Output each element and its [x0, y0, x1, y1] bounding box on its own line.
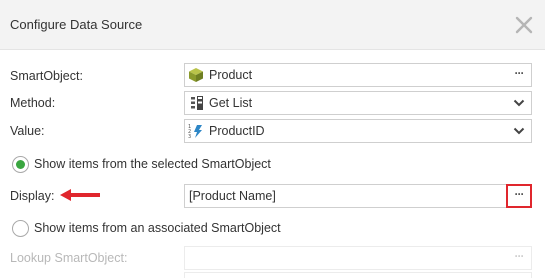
list-method-icon [191, 96, 203, 110]
display-value: [Product Name] [189, 189, 276, 203]
autonumber-property-icon: 1 2 3 [188, 124, 202, 139]
dialog-titlebar: Configure Data Source [0, 0, 545, 50]
smartobject-field[interactable]: Product ··· [184, 63, 532, 87]
radio-associated-smartobject[interactable] [12, 220, 29, 237]
value-value: ProductID [209, 124, 265, 138]
dialog-title: Configure Data Source [10, 17, 143, 32]
value-select[interactable]: 1 2 3 ProductID [184, 119, 532, 143]
close-button[interactable] [514, 15, 534, 35]
close-icon [515, 16, 533, 34]
method-value: Get List [209, 96, 253, 110]
method-select[interactable]: Get List [184, 91, 532, 115]
display-label: Display: [10, 189, 55, 203]
svg-text:3: 3 [188, 134, 191, 139]
lookup-browse-button: ··· [514, 249, 525, 263]
chevron-down-icon[interactable] [513, 97, 525, 109]
chevron-down-icon[interactable] [513, 125, 525, 137]
method-label: Method: [10, 96, 56, 110]
display-browse-button[interactable]: ··· [506, 184, 532, 208]
value-label: Value: [10, 124, 45, 138]
smartobject-label: SmartObject: [10, 69, 83, 83]
next-field-partial [184, 272, 532, 278]
radio-label-associated: Show items from an associated SmartObjec… [34, 221, 281, 235]
smartobject-browse-button[interactable]: ··· [508, 65, 530, 85]
lookup-smartobject-label: Lookup SmartObject: [10, 251, 128, 265]
display-field[interactable]: [Product Name] ··· [184, 184, 532, 208]
red-arrow-annotation [60, 189, 100, 201]
radio-selected-smartobject[interactable] [12, 156, 29, 173]
radio-label-selected: Show items from the selected SmartObject [34, 157, 271, 171]
smartobject-value: Product [209, 68, 253, 82]
smartobject-cube-icon [189, 68, 203, 82]
lookup-smartobject-field: ··· [184, 246, 532, 270]
